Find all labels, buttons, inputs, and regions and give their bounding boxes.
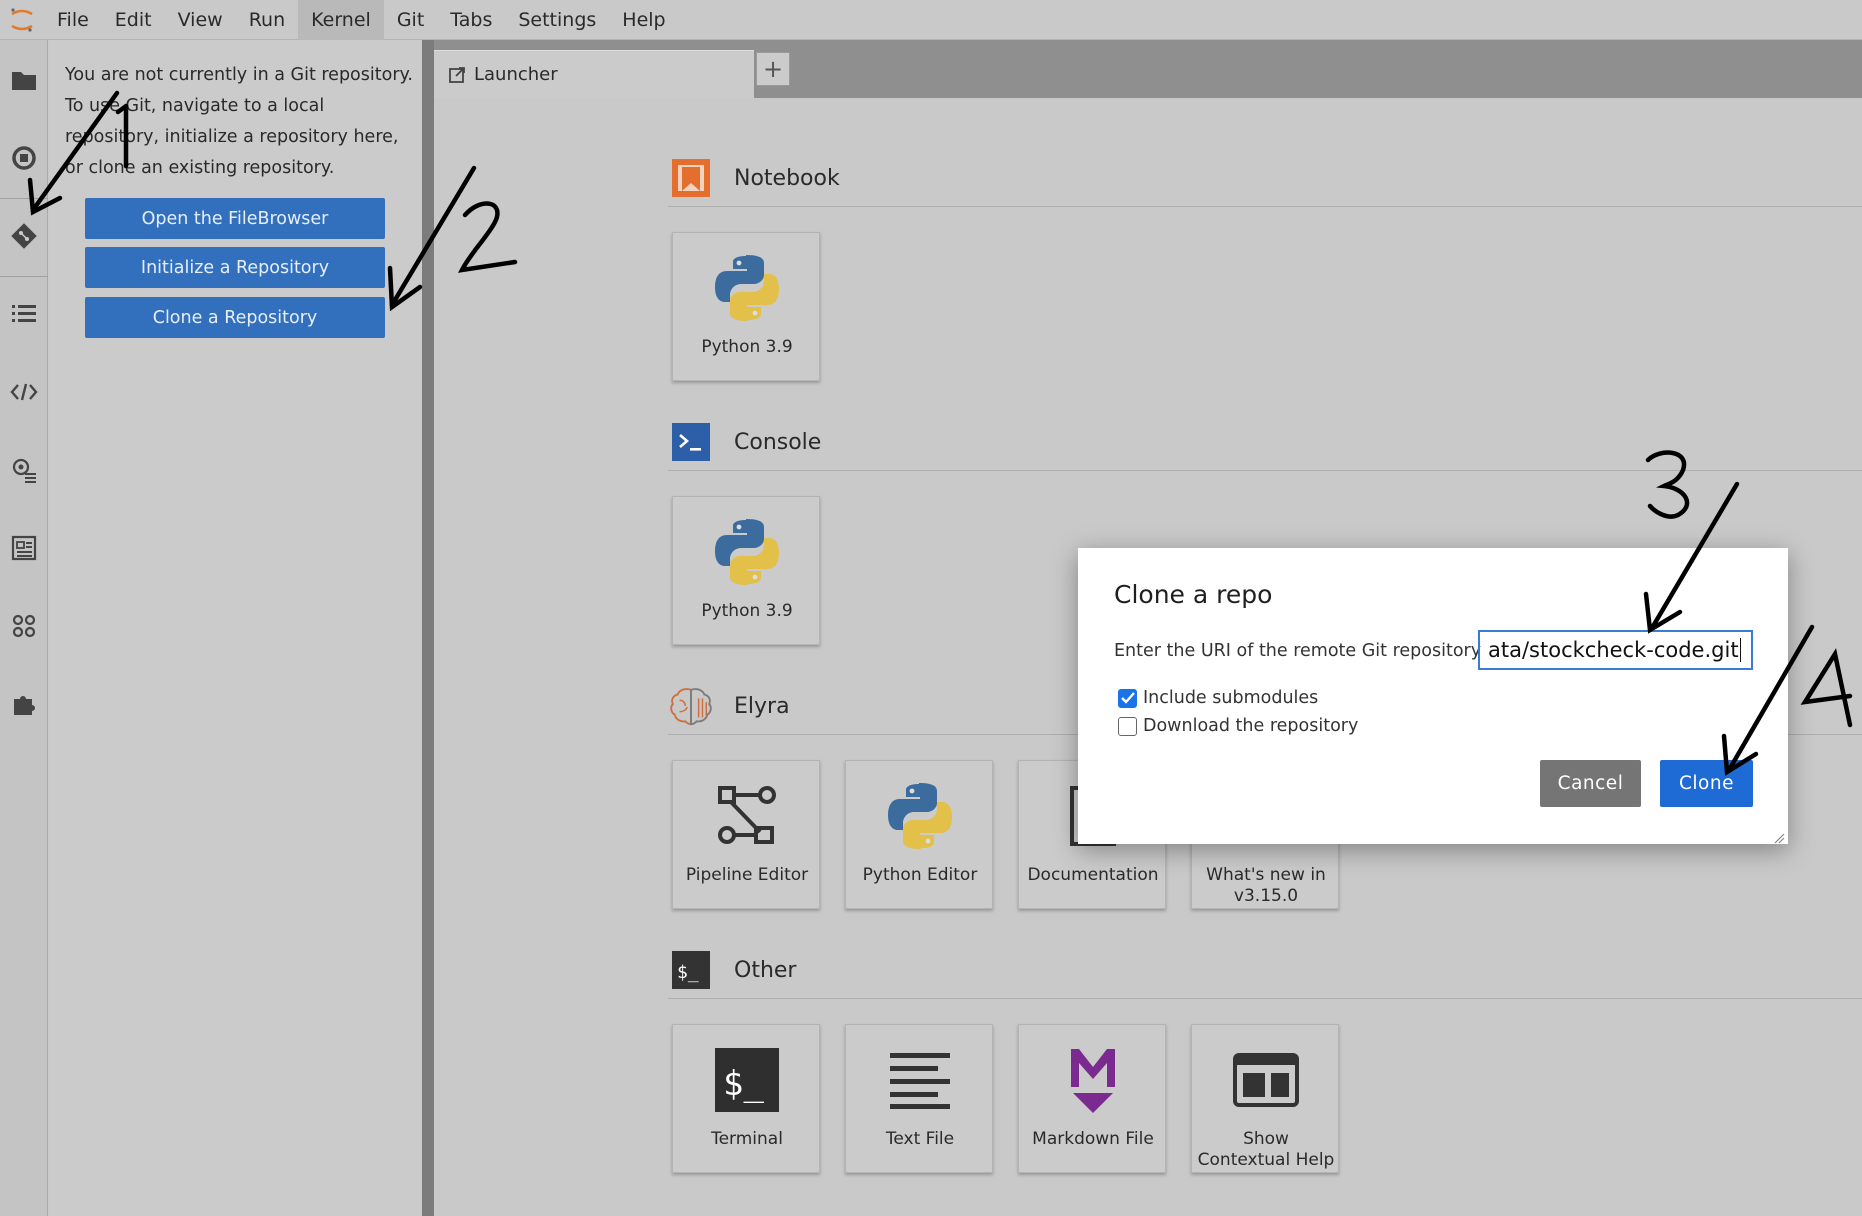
panel-splitter[interactable] [422, 40, 434, 1216]
section-divider [668, 998, 1862, 999]
cancel-button[interactable]: Cancel [1540, 760, 1641, 807]
code-snippets-icon[interactable] [6, 374, 42, 410]
section-elyra: Elyra [670, 684, 790, 728]
elyra-brain-icon [670, 685, 712, 727]
runtime-images-icon[interactable] [6, 530, 42, 566]
menu-run[interactable]: Run [236, 0, 298, 40]
left-sidebar-rail [0, 40, 48, 1216]
card-label: Text File [885, 1129, 955, 1149]
card-label: Python 3.9 [701, 337, 793, 357]
section-other-title: Other [734, 957, 797, 983]
section-divider [668, 206, 1862, 207]
section-notebook-title: Notebook [734, 165, 840, 191]
python-icon [673, 243, 821, 333]
card-label: Markdown File [1032, 1129, 1154, 1149]
git-panel-message: You are not currently in a Git repositor… [65, 65, 413, 178]
card-label-line2: Contextual Help [1197, 1150, 1335, 1170]
jupyter-logo-icon[interactable] [0, 0, 44, 40]
contextual-help-icon [1192, 1035, 1340, 1125]
uri-value: ata/stockcheck-code.git [1488, 638, 1739, 662]
extensions-tree-icon[interactable] [6, 608, 42, 644]
python-icon [846, 771, 994, 861]
text-file-icon [846, 1035, 994, 1125]
card-label-line2: v3.15.0 [1233, 886, 1299, 906]
card-label: Python 3.9 [701, 601, 793, 621]
tab-launcher-label: Launcher [474, 64, 558, 85]
git-icon[interactable] [6, 218, 42, 254]
include-submodules-checkbox[interactable]: Include submodules [1118, 688, 1318, 708]
menu-tabs[interactable]: Tabs [437, 0, 505, 40]
menu-git[interactable]: Git [384, 0, 437, 40]
svg-text:$_: $_ [723, 1064, 764, 1104]
section-console-title: Console [734, 429, 822, 455]
menu-help[interactable]: Help [609, 0, 678, 40]
tab-bar: Launcher + [434, 40, 1862, 98]
markdown-icon [1019, 1035, 1167, 1125]
terminal-small-icon: $_ [670, 949, 712, 991]
download-repository-checkbox[interactable]: Download the repository [1118, 716, 1358, 736]
menu-edit[interactable]: Edit [102, 0, 165, 40]
include-submodules-label: Include submodules [1143, 688, 1319, 708]
clone-repo-dialog: Clone a repo Enter the URI of the remote… [1078, 548, 1788, 844]
rail-divider [0, 276, 48, 277]
card-label: Show Contextual Help [1192, 1129, 1340, 1171]
svg-text:$_: $_ [677, 962, 699, 983]
menu-view[interactable]: View [165, 0, 236, 40]
card-label-line1: Show [1243, 1129, 1289, 1149]
running-icon[interactable] [6, 140, 42, 176]
card-label: Pipeline Editor [685, 865, 809, 885]
card-label: Python Editor [862, 865, 978, 885]
open-filebrowser-button[interactable]: Open the FileBrowser [85, 198, 385, 239]
section-notebook: Notebook [670, 156, 840, 200]
card-pipeline-editor[interactable]: Pipeline Editor [672, 760, 820, 909]
new-launcher-button[interactable]: + [756, 52, 790, 86]
checkbox-unchecked-icon[interactable] [1118, 716, 1137, 736]
card-markdown-file[interactable]: Markdown File [1018, 1024, 1166, 1173]
extension-manager-icon[interactable] [6, 686, 42, 722]
menu-file[interactable]: File [44, 0, 102, 40]
property-inspector-icon[interactable] [6, 452, 42, 488]
menu-kernel[interactable]: Kernel [298, 0, 384, 40]
card-label: Documentation [1027, 865, 1159, 885]
terminal-icon: $_ [673, 1035, 821, 1125]
initialize-repository-button[interactable]: Initialize a Repository [85, 247, 385, 288]
card-label: What's new in v3.15.0 [1192, 865, 1340, 907]
card-label: Terminal [711, 1129, 783, 1149]
text-caret [1739, 638, 1741, 662]
resize-handle-icon[interactable] [1773, 829, 1785, 844]
toc-icon[interactable] [6, 296, 42, 332]
tab-launcher[interactable]: Launcher [434, 50, 754, 98]
card-console-python[interactable]: Python 3.9 [672, 496, 820, 645]
section-divider [668, 470, 1862, 471]
folder-icon[interactable] [6, 62, 42, 98]
card-python-editor[interactable]: Python Editor [845, 760, 993, 909]
pipeline-icon [673, 771, 821, 861]
menu-bar: File Edit View Run Kernel Git Tabs Setti… [0, 0, 1862, 40]
card-terminal[interactable]: $_ Terminal [672, 1024, 820, 1173]
launcher-icon [448, 66, 466, 84]
python-icon [673, 507, 821, 597]
section-elyra-title: Elyra [734, 693, 790, 719]
card-label-line1: What's new in [1206, 865, 1326, 885]
notebook-icon [670, 157, 712, 199]
git-panel: You are not currently in a Git repositor… [49, 40, 422, 1216]
console-icon [670, 421, 712, 463]
repository-uri-input[interactable]: ata/stockcheck-code.git [1478, 630, 1753, 670]
checkbox-checked-icon[interactable] [1118, 688, 1137, 708]
section-console: Console [670, 420, 821, 464]
card-notebook-python[interactable]: Python 3.9 [672, 232, 820, 381]
card-text-file[interactable]: Text File [845, 1024, 993, 1173]
card-contextual-help[interactable]: Show Contextual Help [1191, 1024, 1339, 1173]
rail-divider [0, 198, 48, 199]
clone-repository-button[interactable]: Clone a Repository [85, 297, 385, 338]
uri-label: Enter the URI of the remote Git reposito… [1114, 641, 1482, 661]
dialog-title: Clone a repo [1114, 580, 1273, 609]
download-repository-label: Download the repository [1143, 716, 1359, 736]
section-other: $_ Other [670, 948, 796, 992]
clone-button[interactable]: Clone [1660, 760, 1753, 807]
menu-settings[interactable]: Settings [505, 0, 609, 40]
